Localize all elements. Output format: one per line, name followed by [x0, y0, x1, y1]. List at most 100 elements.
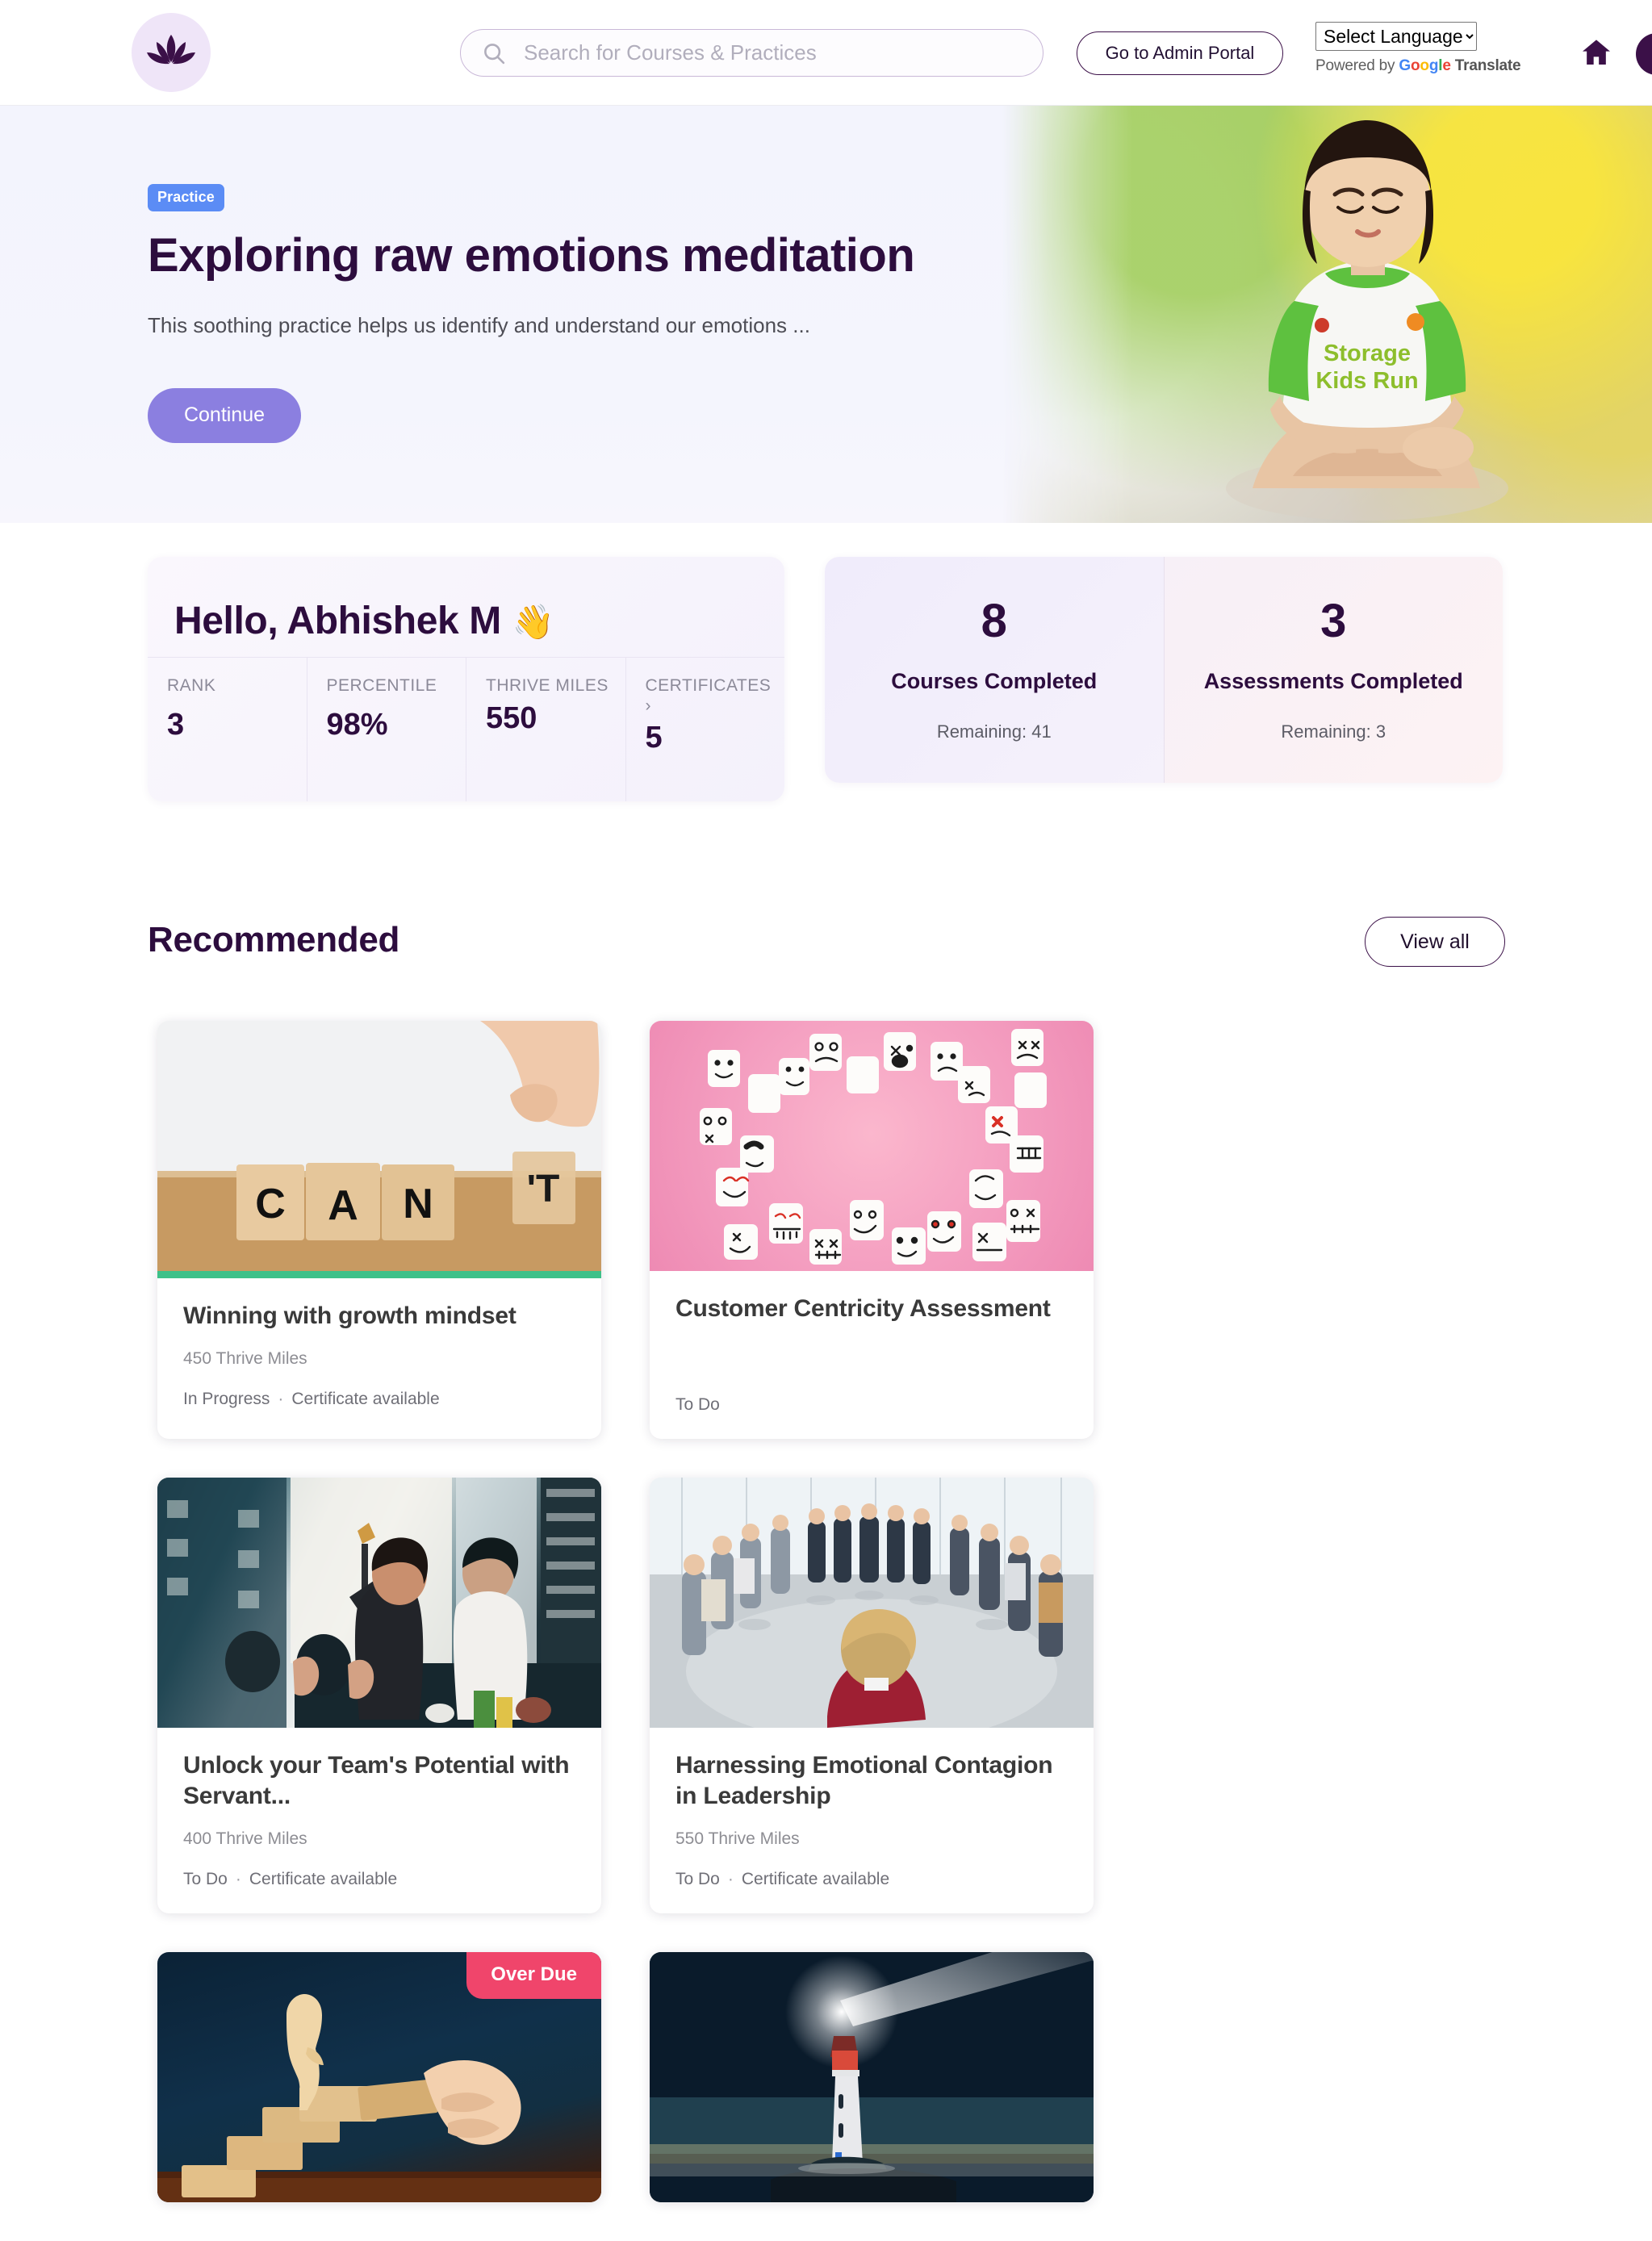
search-icon [484, 43, 505, 64]
card-status: To Do [183, 1870, 228, 1889]
svg-text:A: A [328, 1182, 358, 1229]
people-circle-art [650, 1478, 1094, 1729]
chevron-right-icon[interactable]: › [646, 696, 785, 716]
stats-section: Hello, Abhishek M 👋 RANK 3 PERCENTILE 98%… [0, 557, 1652, 801]
lotus-logo-icon[interactable] [132, 13, 211, 92]
stat-label: RANK [167, 676, 216, 695]
google-wordmark: Google [1399, 57, 1451, 74]
card-thrive-miles: 550 Thrive Miles [675, 1829, 800, 1849]
hero-image: Storage Kids Run [1002, 106, 1652, 523]
lighthouse-night-image [650, 1952, 1094, 2203]
card-row: Over Due [157, 1952, 1118, 2203]
card-certificate: Certificate available [741, 1870, 890, 1889]
course-card-harnessing-emotional-contagion[interactable]: Harnessing Emotional Contagion in Leader… [650, 1478, 1094, 1914]
stat-label: THRIVE MILES [486, 676, 609, 695]
go-to-admin-portal-button[interactable]: Go to Admin Portal [1077, 31, 1283, 75]
stat-thrive-miles: THRIVE MILES 550 [466, 658, 626, 801]
course-card-customer-centricity-assessment[interactable]: Customer Centricity Assessment To Do [650, 1021, 1094, 1440]
count-number: 3 [1320, 594, 1347, 647]
greeting-stats-row: RANK 3 PERCENTILE 98% THRIVE MILES 550 C… [148, 657, 784, 801]
search-bar[interactable] [460, 29, 1043, 77]
hero-type-badge: Practice [148, 184, 224, 211]
lighthouse-art [650, 1952, 1094, 2203]
card-body: Winning with growth mindset 450 Thrive M… [157, 1278, 601, 1433]
card-title: Customer Centricity Assessment [675, 1295, 1051, 1322]
language-selector-group: Select Language Powered by Google Transl… [1315, 22, 1521, 75]
svg-text:C: C [255, 1181, 286, 1227]
team-celebration-art [157, 1478, 601, 1729]
google-translate-credit: Powered by Google Translate [1315, 57, 1521, 75]
search-input[interactable] [524, 40, 1008, 65]
status-badge: Over Due [466, 1952, 601, 2000]
card-status: In Progress [183, 1390, 270, 1409]
card-image [650, 1478, 1094, 1729]
course-card-winning-with-growth-mindset[interactable]: C A N 'T Winning with growth mindset 450… [157, 1021, 601, 1440]
continue-button[interactable]: Continue [148, 387, 301, 443]
card-row: Unlock your Team's Potential with Servan… [157, 1478, 1118, 1914]
greeting-title-row: Hello, Abhishek M 👋 [148, 557, 784, 643]
card-status: To Do [675, 1870, 720, 1889]
people-circle-office-image [650, 1478, 1094, 1729]
meta-separator: · [278, 1390, 284, 1409]
stat-rank: RANK 3 [148, 658, 307, 801]
card-meta: To Do · Certificate available [183, 1870, 575, 1889]
card-title: Unlock your Team's Potential with Servan… [183, 1752, 570, 1810]
card-title: Harnessing Emotional Contagion in Leader… [675, 1752, 1053, 1810]
wooden-blocks-cant-image: C A N 'T [157, 1021, 601, 1271]
stat-percentile: PERCENTILE 98% [307, 658, 466, 801]
course-card-lighthouse[interactable] [650, 1952, 1094, 2203]
team-celebration-image [157, 1478, 601, 1729]
hero-banner: Storage Kids Run Practice Exploring raw … [0, 106, 1652, 523]
svg-text:Kids Run: Kids Run [1315, 368, 1418, 394]
card-image [650, 1952, 1094, 2203]
card-spacer [675, 1324, 1068, 1374]
card-body: Unlock your Team's Potential with Servan… [157, 1728, 601, 1913]
recommended-cards-grid: C A N 'T Winning with growth mindset 450… [157, 1021, 1118, 2241]
courses-completed-cell: 8 Courses Completed Remaining: 41 [825, 557, 1164, 783]
recommended-header: Recommended View all [148, 917, 1505, 985]
card-meta: To Do · Certificate available [675, 1870, 1068, 1889]
translate-credit-prefix: Powered by [1315, 57, 1399, 74]
stat-value: 5 [645, 721, 663, 755]
marshmallow-faces-pink-image [650, 1021, 1094, 1271]
svg-text:N: N [403, 1181, 433, 1227]
svg-text:Storage: Storage [1324, 341, 1411, 366]
hero-description: This soothing practice helps us identify… [148, 312, 810, 337]
card-body: Customer Centricity Assessment To Do [650, 1271, 1094, 1439]
lotus-glyph [147, 35, 195, 65]
can-blocks-art: C A N 'T [157, 1021, 601, 1271]
course-card-overdue[interactable]: Over Due [157, 1952, 601, 2203]
stat-value: 3 [167, 708, 185, 742]
home-icon[interactable] [1580, 36, 1612, 69]
hero-content: Practice Exploring raw emotions meditati… [148, 184, 915, 443]
greeting-text: Hello, Abhishek M [174, 600, 501, 642]
card-row: C A N 'T Winning with growth mindset 450… [157, 1021, 1118, 1440]
course-card-unlock-your-teams-potential[interactable]: Unlock your Team's Potential with Servan… [157, 1478, 601, 1914]
card-body: Harnessing Emotional Contagion in Leader… [650, 1728, 1094, 1913]
language-select[interactable]: Select Language [1315, 22, 1477, 51]
assessments-completed-cell: 3 Assessments Completed Remaining: 3 [1163, 557, 1503, 783]
stat-value: 98% [326, 708, 388, 742]
progress-bar [157, 1271, 601, 1278]
card-meta: In Progress · Certificate available [183, 1390, 575, 1409]
greeting-card: Hello, Abhishek M 👋 RANK 3 PERCENTILE 98%… [148, 557, 784, 801]
card-certificate: Certificate available [249, 1870, 398, 1889]
stat-value: 550 [486, 701, 537, 736]
count-remaining: Remaining: 41 [936, 721, 1052, 742]
count-label: Courses Completed [891, 668, 1098, 693]
svg-text:'T: 'T [527, 1168, 560, 1210]
stat-certificates[interactable]: CERTIFICATES › 5 [626, 658, 785, 801]
stat-label: PERCENTILE [326, 676, 437, 695]
card-image: C A N 'T [157, 1021, 601, 1271]
stat-label: CERTIFICATES [645, 676, 772, 695]
count-label: Assessments Completed [1203, 668, 1463, 693]
user-avatar[interactable] [1636, 33, 1652, 75]
waving-hand-icon: 👋 [512, 603, 554, 641]
card-status: To Do [675, 1395, 720, 1415]
view-all-button[interactable]: View all [1365, 917, 1505, 967]
app-header: Go to Admin Portal Select Language Power… [0, 0, 1652, 106]
card-title: Winning with growth mindset [183, 1302, 517, 1329]
count-remaining: Remaining: 3 [1281, 721, 1386, 742]
card-image [650, 1021, 1094, 1271]
card-certificate: Certificate available [291, 1390, 440, 1409]
